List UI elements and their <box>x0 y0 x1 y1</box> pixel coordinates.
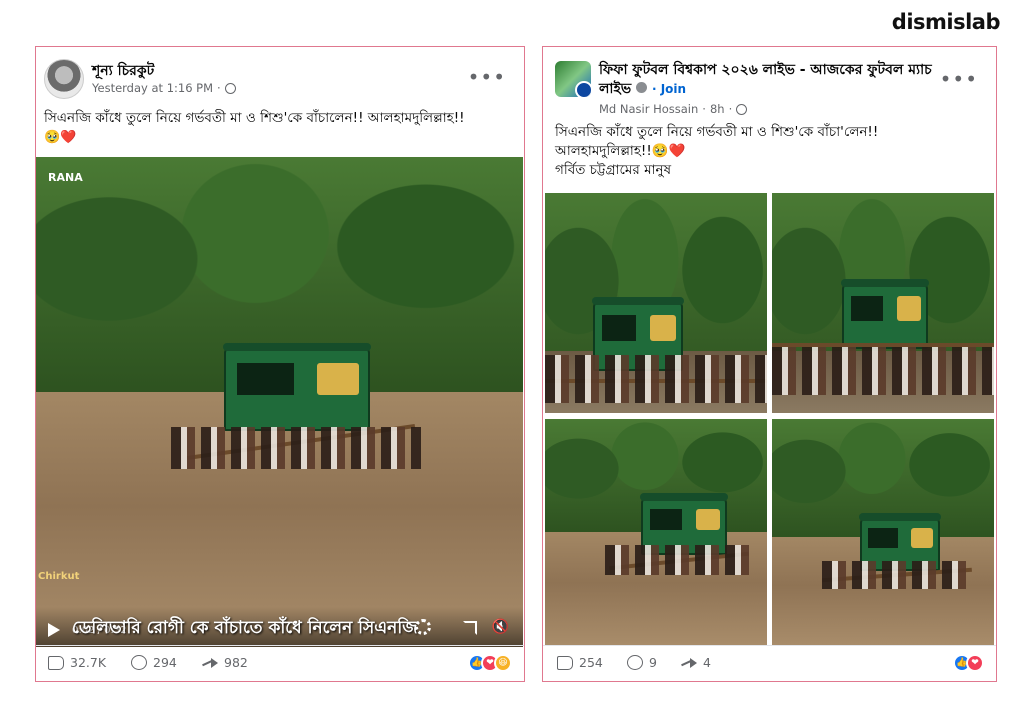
post-text-line3: গর্বিত চট্টগ্রামের মানুষ <box>555 162 672 178</box>
post-text-line2: আলহামদুলিল্লাহ!!🥹❤️ <box>555 143 686 159</box>
play-icon[interactable] <box>48 623 60 637</box>
comments-count: 294 <box>153 655 177 670</box>
join-link[interactable]: · Join <box>652 82 686 96</box>
avatar[interactable] <box>44 59 84 99</box>
meta-separator: · <box>702 102 706 116</box>
people-carrying <box>605 545 753 575</box>
cng-window <box>237 363 295 396</box>
cng-panel <box>896 296 922 321</box>
love-reaction-icon: ❤ <box>966 654 984 672</box>
comment-button[interactable]: 294 <box>131 655 177 670</box>
cng-panel <box>695 508 721 531</box>
post-text: সিএনজি কাঁধে তুলে নিয়ে গর্ভবতী মা ও শিশ… <box>555 123 985 180</box>
user-avatar-mini <box>575 81 591 97</box>
share-icon <box>202 657 218 669</box>
author-name[interactable]: শূন্য চিরকুট <box>92 59 154 83</box>
cng-window <box>649 508 683 531</box>
like-icon <box>48 655 64 670</box>
share-button[interactable]: 4 <box>681 655 711 670</box>
cng-window <box>601 314 637 342</box>
gear-icon[interactable] <box>415 619 431 635</box>
like-button[interactable]: 254 <box>557 655 603 670</box>
people-carrying <box>822 561 972 589</box>
timestamp[interactable]: Yesterday at 1:16 PM <box>92 81 213 95</box>
share-icon <box>681 657 697 669</box>
like-button[interactable]: 32.7K <box>48 655 106 670</box>
shares-count: 982 <box>224 655 248 670</box>
group-name[interactable]: ফিফা ফুটবল বিশ্বকাপ ২০২৬ লাইভ - আজকের ফু… <box>599 61 959 99</box>
comment-icon <box>131 655 147 670</box>
photo-2[interactable] <box>772 193 994 413</box>
haha-reaction-icon: 😆 <box>494 654 512 672</box>
cng-roof <box>592 297 684 305</box>
cng-panel <box>910 528 934 548</box>
shares-count: 4 <box>703 655 711 670</box>
people-carrying <box>171 427 421 469</box>
photo-4[interactable] <box>772 419 994 645</box>
action-bar: 32.7K 294 982 👍 ❤ 😆 <box>36 645 524 681</box>
photo-3[interactable] <box>545 419 767 645</box>
post-text-line1: সিএনজি কাঁধে তুলে নিয়ে গর্ভবতী মা ও শিশ… <box>555 124 879 140</box>
reaction-summary[interactable]: 👍 ❤ 😆 <box>468 654 512 672</box>
more-options-icon[interactable]: ••• <box>468 65 506 89</box>
video-caption: ডেলিভারি রোগী কে বাঁচাতে কাঁধে নিলেন সিএ… <box>72 618 418 638</box>
reaction-summary[interactable]: 👍 ❤ <box>953 654 984 672</box>
comment-icon <box>627 655 643 670</box>
people-carrying <box>772 347 994 395</box>
post-card-left: শূন্য চিরকুট Yesterday at 1:16 PM · ••• … <box>35 46 525 682</box>
post-meta: Yesterday at 1:16 PM · <box>92 81 236 95</box>
video-watermark-side: Chirkut <box>38 571 80 582</box>
action-bar: 254 9 4 👍 ❤ <box>543 645 996 681</box>
group-name-text[interactable]: ফিফা ফুটবল বিশ্বকাপ ২০২৬ লাইভ - আজকের ফু… <box>599 62 932 97</box>
reactions-count: 32.7K <box>70 655 107 670</box>
cng-roof <box>640 493 728 501</box>
mute-icon[interactable]: 🔇 <box>492 619 509 635</box>
meta-separator: · <box>217 81 221 95</box>
video-controls: 0:02 / 0:32 ডেলিভারি রোগী কে বাঁচাতে কাঁ… <box>36 607 523 647</box>
comment-button[interactable]: 9 <box>627 655 657 670</box>
reactions-count: 254 <box>579 655 603 670</box>
globe-icon <box>224 82 236 94</box>
globe-icon <box>736 103 748 115</box>
cng-panel <box>316 363 360 396</box>
meta-separator: · <box>728 102 733 116</box>
group-avatar[interactable] <box>555 61 591 97</box>
like-icon <box>557 655 573 670</box>
video-player[interactable]: RANA Chirkut 0:02 / 0:32 ডেলিভারি রোগী ক… <box>36 157 523 647</box>
post-text-body: সিএনজি কাঁধে তুলে নিয়ে গর্ভবতী মা ও শিশ… <box>44 110 465 126</box>
fullscreen-icon[interactable] <box>463 621 477 635</box>
cng-panel <box>650 314 676 342</box>
people-carrying <box>545 355 767 403</box>
post-card-right: ফিফা ফুটবল বিশ্বকাপ ২০২৬ লাইভ - আজকের ফু… <box>542 46 997 682</box>
author-name[interactable]: Md Nasir Hossain <box>599 102 698 116</box>
post-emojis: 🥹❤️ <box>44 130 77 145</box>
brand-logo: dismislab <box>891 10 1001 34</box>
share-button[interactable]: 982 <box>202 655 248 670</box>
cng-roof <box>859 513 941 521</box>
photo-1[interactable] <box>545 193 767 413</box>
cng-roof <box>841 279 929 287</box>
video-watermark: RANA <box>48 171 83 184</box>
cng-window <box>850 296 884 321</box>
verified-icon <box>636 82 648 93</box>
cng-vehicle <box>223 343 371 431</box>
more-options-icon[interactable]: ••• <box>940 67 978 91</box>
cng-roof <box>223 343 371 351</box>
timestamp[interactable]: 8h <box>710 102 725 116</box>
post-text: সিএনজি কাঁধে তুলে নিয়ে গর্ভবতী মা ও শিশ… <box>44 109 519 147</box>
cng-window <box>868 528 899 548</box>
comments-count: 9 <box>649 655 657 670</box>
cng-vehicle <box>841 279 929 349</box>
post-meta: Md Nasir Hossain · 8h · <box>599 102 748 116</box>
